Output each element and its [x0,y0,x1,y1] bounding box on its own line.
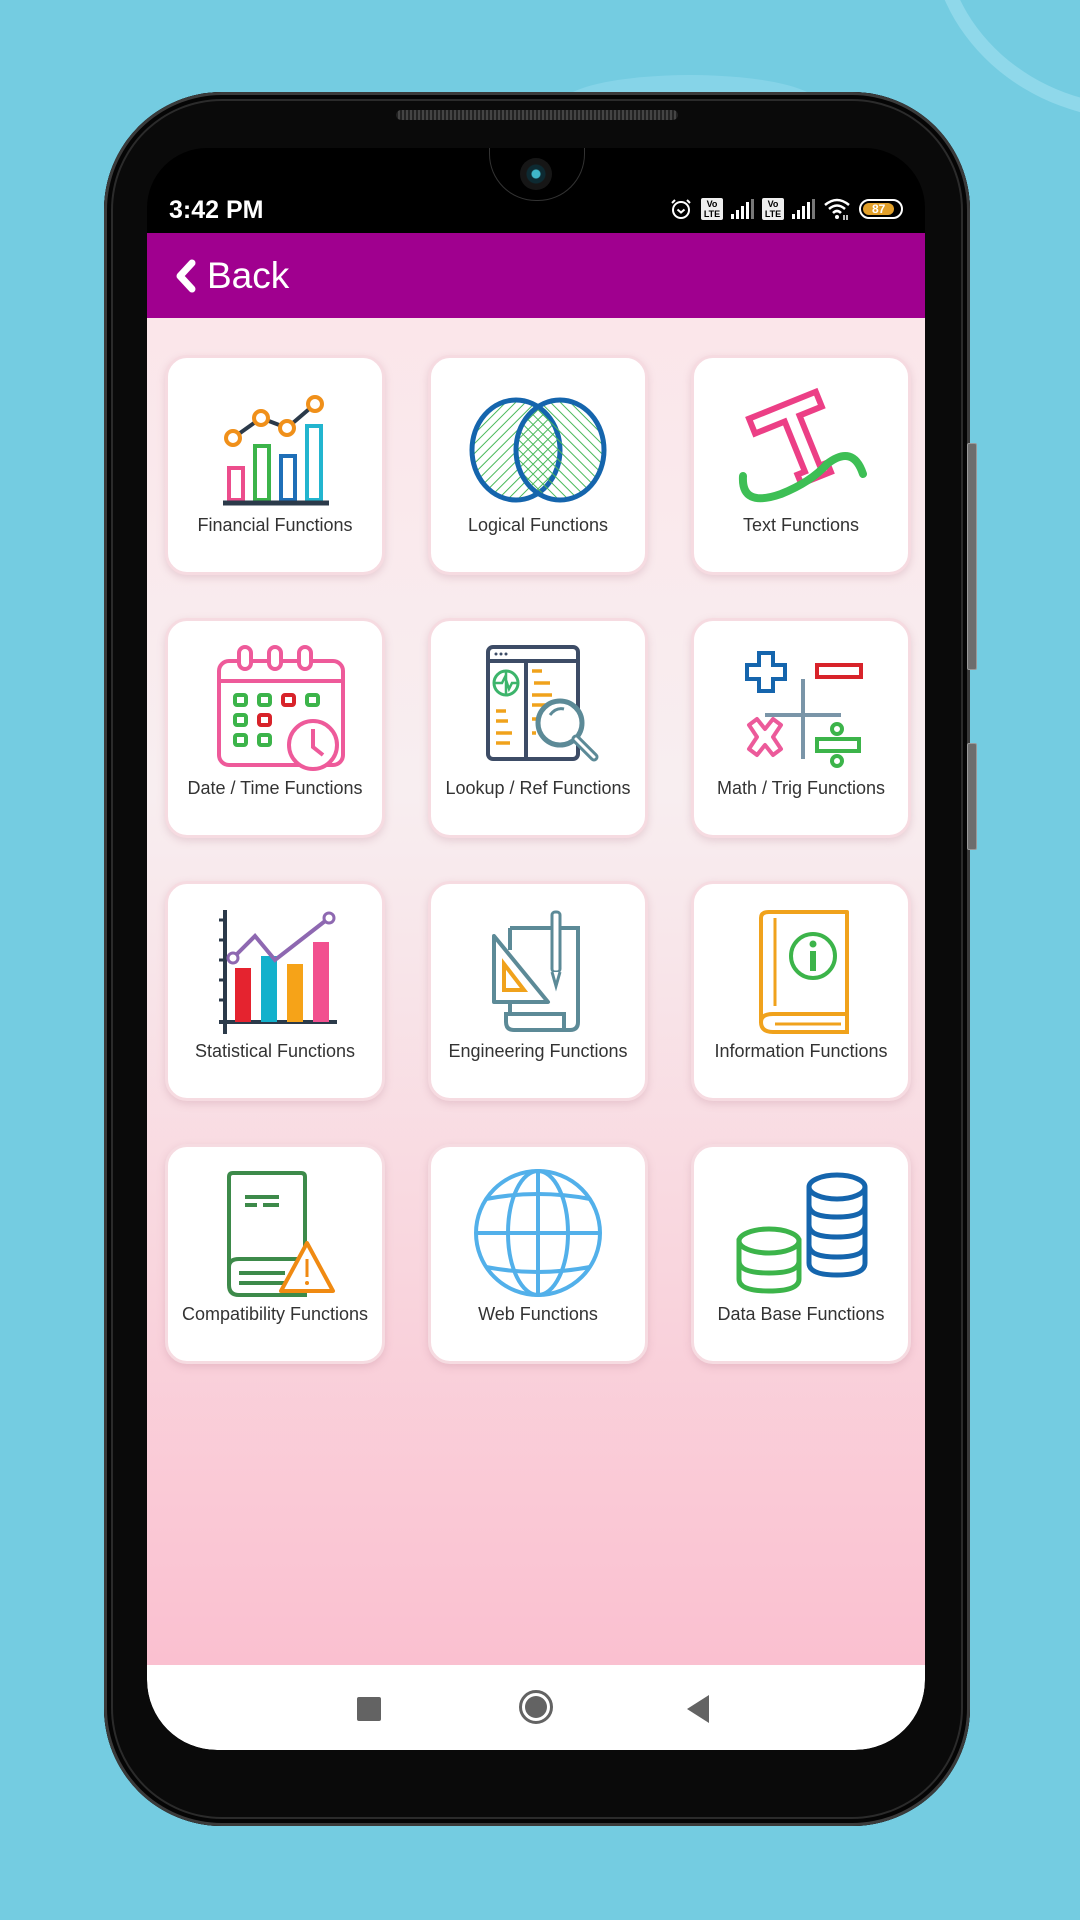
category-label: Data Base Functions [717,1304,885,1324]
category-label: Web Functions [478,1304,598,1324]
math-operators-icon [745,651,863,768]
wifi-icon [824,198,850,220]
category-card-engineering[interactable]: Engineering Functions [428,881,648,1101]
text-t-icon [738,387,867,503]
chevron-left-icon [176,259,196,292]
category-label: Engineering Functions [448,1041,628,1061]
category-label: Information Functions [714,1041,888,1061]
category-label: Financial Functions [197,515,353,535]
volume-button [967,443,977,670]
category-card-financial[interactable]: Financial Functions [165,355,385,575]
category-label: Compatibility Functions [181,1304,369,1324]
status-bar: 3:42 PM Vo LTE Vo LTE 87 [147,148,925,233]
category-label: Statistical Functions [194,1041,356,1061]
category-card-date-time[interactable]: Date / Time Functions [165,618,385,838]
signal-icon [731,199,754,219]
back-label: Back [207,254,290,296]
system-nav-bar [147,1665,925,1750]
category-card-logical[interactable]: Logical Functions [428,355,648,575]
category-card-web[interactable]: Web Functions [428,1144,648,1364]
category-card-database[interactable]: Data Base Functions [691,1144,911,1364]
category-label: Lookup / Ref Functions [445,778,631,798]
category-label: Date / Time Functions [187,778,363,798]
functions-grid-screen: Financial Functions Logical Functions Te… [147,318,925,1665]
category-label: Text Functions [742,515,860,535]
system-back-button[interactable] [687,1695,709,1723]
bar-line-chart-icon [223,395,329,506]
volte-icon: Vo LTE [762,198,784,220]
status-icons: Vo LTE Vo LTE 87 [669,197,903,221]
globe-icon [474,1169,602,1297]
back-button[interactable]: Back [175,255,289,297]
status-time: 3:42 PM [169,196,264,224]
category-card-statistical[interactable]: Statistical Functions [165,881,385,1101]
info-book-icon [759,910,849,1034]
category-card-lookup-ref[interactable]: Lookup / Ref Functions [428,618,648,838]
background-decoration-arc [930,0,1080,120]
volte-icon: Vo LTE [701,198,723,220]
battery-level: 87 [863,203,895,215]
document-search-icon [486,645,599,762]
category-label: Logical Functions [467,515,609,535]
category-card-text[interactable]: Text Functions [691,355,911,575]
recent-apps-button[interactable] [357,1697,381,1721]
venn-diagram-icon [469,397,607,503]
phone-screen: 3:42 PM Vo LTE Vo LTE 87 Back Financial … [147,148,925,1750]
home-button[interactable] [519,1690,553,1724]
battery-icon: 87 [859,199,903,219]
book-warning-icon [227,1171,335,1297]
power-button [967,743,977,850]
speaker-grill [396,110,678,120]
category-card-compatibility[interactable]: Compatibility Functions [165,1144,385,1364]
alarm-icon [671,199,691,219]
app-bar: Back [147,233,925,318]
category-label: Math / Trig Functions [716,778,886,798]
calendar-clock-icon [217,645,345,771]
category-card-information[interactable]: Information Functions [691,881,911,1101]
statistics-chart-icon [219,910,337,1034]
database-icon [736,1172,868,1294]
signal-icon [792,199,815,219]
engineering-tools-icon [492,910,580,1032]
category-grid: Financial Functions Logical Functions Te… [165,355,911,1364]
category-card-math-trig[interactable]: Math / Trig Functions [691,618,911,838]
